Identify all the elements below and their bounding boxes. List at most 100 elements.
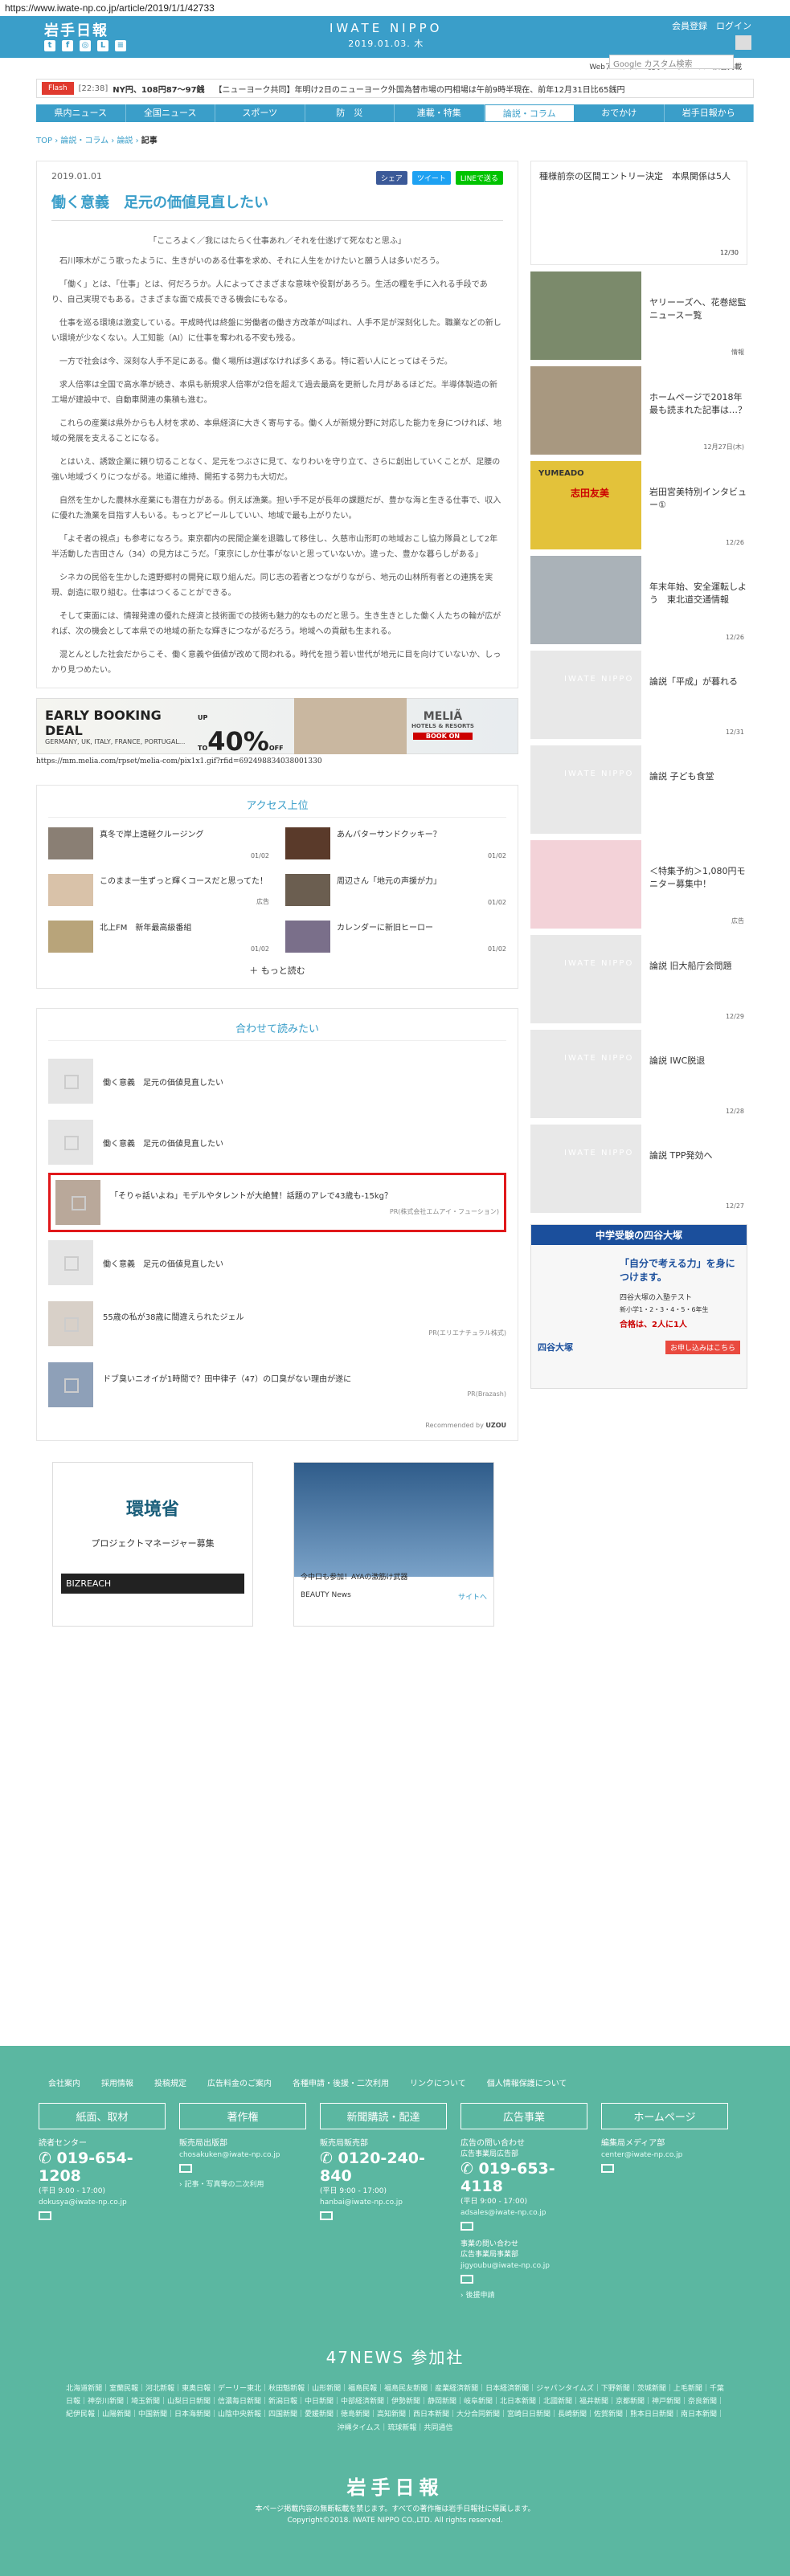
facebook-share-button[interactable]: シェア: [375, 171, 407, 185]
sidebar-item[interactable]: ヤリーーズへ、花巻総監ニュースー覧 情報: [530, 271, 747, 360]
contact-email[interactable]: center@iwate-np.co.jp: [601, 2151, 728, 2159]
site-logo[interactable]: 岩手日報: [44, 19, 108, 40]
ranking-item[interactable]: このまま一生ずっと輝くコースだと思ってた！ 広告: [48, 874, 269, 906]
access-heading: アクセス上位: [48, 797, 506, 818]
nav-item[interactable]: おでかけ: [575, 104, 665, 122]
nav-item[interactable]: 県内ニュース: [36, 104, 126, 122]
search-input[interactable]: Google カスタム検索: [609, 55, 734, 69]
ranking-date: 01/02: [250, 945, 269, 953]
yotsuya-otsuka-ad[interactable]: 中学受験の四谷大塚 「自分で考える力」を身につけます。 四谷大塚の入塾テスト 新…: [530, 1224, 747, 1389]
related-item[interactable]: 働く意義 足元の価値見直したい: [48, 1232, 506, 1293]
nav-item[interactable]: 連載・特集: [395, 104, 485, 122]
breadcrumb-link[interactable]: TOP: [36, 137, 52, 145]
book-on-button[interactable]: BOOK ON: [413, 732, 473, 740]
ticker-item-detail[interactable]: 【ニューヨーク共同】年明け2日のニューヨーク外国為替市場の円相場は午前9時半現在…: [215, 83, 625, 95]
line-icon[interactable]: L: [97, 40, 108, 51]
search-button[interactable]: [735, 35, 751, 50]
sponsorship-link[interactable]: › 後援申請: [460, 2289, 587, 2300]
ticker-item[interactable]: NY円、108円87～97銭: [113, 83, 204, 95]
ranking-item[interactable]: あんバターサンドクッキー？ 01/02: [285, 827, 506, 859]
twitter-icon[interactable]: t: [44, 40, 55, 51]
mail-icon[interactable]: [179, 2164, 192, 2173]
sidebar-item[interactable]: IWATE NIPPO 論説「平成」が暮れる 12/31: [530, 651, 747, 739]
ad-pass: 合格は、2人に1人: [620, 1321, 687, 1329]
sidebar-item[interactable]: IWATE NIPPO 論説 IWC脱退 12/28: [530, 1030, 747, 1118]
facebook-icon[interactable]: f: [62, 40, 73, 51]
ranking-item[interactable]: 北上FM 新年最高級番組 01/02: [48, 921, 269, 953]
sidebar-item[interactable]: YUMEADO 志田友美 岩田宮美特別インタビュー① 12/26: [530, 461, 747, 549]
nav-item-active[interactable]: 論説・コラム: [484, 104, 575, 122]
bottom-ads: 環境省 プロジェクトマネージャー募集 BIZREACH 今中口も参加！AYAの激…: [36, 1462, 518, 1627]
contact-email[interactable]: hanbai@iwate-np.co.jp: [320, 2198, 447, 2207]
contact-phone[interactable]: ✆ 0120-240-840: [320, 2149, 447, 2185]
article-paragraph: 混とんとした社会だからこそ、働く意義や価値が改めて問われる。時代を担う若い世代が…: [51, 651, 501, 675]
mail-icon[interactable]: [601, 2164, 614, 2173]
sidebar-item[interactable]: IWATE NIPPO 論説 旧大船庁会問題 12/29: [530, 935, 747, 1023]
ad-title: 中学受験の四谷大塚: [531, 1225, 747, 1245]
47news-members[interactable]: 北海道新聞｜室蘭民報｜河北新報｜東奥日報｜デーリー東北｜秋田魁新報｜山形新聞｜福…: [66, 2382, 725, 2435]
nav-item[interactable]: 岩手日報から: [665, 104, 754, 122]
mail-icon[interactable]: [320, 2211, 333, 2220]
mail-icon[interactable]: [460, 2275, 473, 2284]
related-thumb: [48, 1120, 93, 1165]
breadcrumb-link[interactable]: 論説: [117, 137, 133, 145]
ad-label: 広告: [731, 917, 744, 925]
mail-icon[interactable]: [460, 2222, 473, 2231]
ranking-thumb: [285, 827, 330, 859]
footer-link[interactable]: 採用情報: [101, 2076, 133, 2088]
contact-email[interactable]: adsales@iwate-np.co.jp: [460, 2209, 587, 2217]
related-item[interactable]: 働く意義 足元の価値見直したい: [48, 1112, 506, 1173]
contact-phone[interactable]: ✆ 019-654-1208: [39, 2149, 166, 2185]
footer-logo[interactable]: 岩手日報: [0, 2472, 790, 2500]
sidebar-top-item[interactable]: 種様前奈の区間エントリー決定 本県関係は5人 12/30: [530, 161, 747, 265]
sidebar-item[interactable]: 年末年始、安全運転しよう 東北道交通情報 12/26: [530, 556, 747, 644]
footer-link[interactable]: 各種申請・後援・二次利用: [293, 2076, 389, 2088]
sidebar-item[interactable]: IWATE NIPPO 論説 TPP発効へ 12/27: [530, 1125, 747, 1213]
rss-icon[interactable]: ≡: [115, 40, 126, 51]
contact-email[interactable]: jigyoubu@iwate-np.co.jp: [460, 2262, 587, 2270]
melia-banner-ad[interactable]: EARLY BOOKING DEAL GERMANY, UK, ITALY, F…: [36, 698, 518, 757]
auth-links[interactable]: 会員登録 ログイン: [672, 19, 751, 32]
related-title: 働く意義 足元の価値見直したい: [103, 1139, 223, 1149]
footer-link[interactable]: リンクについて: [410, 2076, 466, 2088]
related-item-pr[interactable]: 55歳の私が38歳に間違えられたジェル PR(エリエナチュラル株式): [48, 1293, 506, 1354]
uzou-logo[interactable]: UZOU: [485, 1422, 506, 1429]
secondary-use-link[interactable]: › 記事・写真等の二次利用: [179, 2178, 306, 2189]
line-share-button[interactable]: LINEで送る: [455, 171, 503, 185]
address-bar[interactable]: https://www.iwate-np.co.jp/article/2019/…: [0, 0, 790, 16]
ranking-title: 真冬で岸上遠軽クルージング: [100, 831, 204, 839]
footer-link[interactable]: 個人情報保護について: [487, 2076, 567, 2088]
tweet-button[interactable]: ツイート: [411, 171, 451, 185]
ad-site-link[interactable]: サイトへ: [458, 1591, 487, 1602]
env-ministry-ad[interactable]: 環境省 プロジェクトマネージャー募集 BIZREACH: [52, 1462, 253, 1627]
sidebar-item[interactable]: ホームページで2018年最も読まれた記事は…？ 12月27日(木): [530, 366, 747, 455]
sidebar-date: 12/28: [725, 1108, 744, 1115]
footer-link[interactable]: 会社案内: [48, 2076, 80, 2088]
more-button[interactable]: ＋ もっと読む: [48, 964, 506, 977]
contact-email[interactable]: dokusya@iwate-np.co.jp: [39, 2198, 166, 2207]
contact-heading: 紙面、取材: [39, 2103, 166, 2129]
mail-icon[interactable]: [39, 2211, 51, 2220]
related-item[interactable]: 働く意義 足元の価値見直したい: [48, 1051, 506, 1112]
thumb-sublabel: 志田友美: [571, 488, 610, 499]
nav-item[interactable]: スポーツ: [215, 104, 305, 122]
breadcrumb-link[interactable]: 論説・コラム: [60, 137, 108, 145]
nav-item[interactable]: 防 災: [305, 104, 395, 122]
instagram-icon[interactable]: ◎: [80, 40, 91, 51]
related-item-pr[interactable]: 「そりゃ話いよね」モデルやタレントが大絶賛！話題のアレで43歳も-15kg？ PR…: [48, 1173, 506, 1232]
ranking-item[interactable]: 周辺さん「地元の声援が力」 01/02: [285, 874, 506, 906]
footer-link[interactable]: 投稿規定: [154, 2076, 186, 2088]
contact-email[interactable]: chosakuken@iwate-np.co.jp: [179, 2151, 306, 2159]
apply-button[interactable]: お申し込みはこちら: [665, 1341, 740, 1354]
contact-phone[interactable]: ✆ 019-653-4118: [460, 2160, 587, 2195]
article-paragraph: シネカの民俗を生かした遠野郷村の開発に取り組んだ。同じ志の若者とつながりながら、…: [51, 574, 493, 598]
ranking-item[interactable]: カレンダーに新旧ヒーロー 01/02: [285, 921, 506, 953]
beauty-news-ad[interactable]: 今中口も参加！AYAの激筋け武器 BEAUTY News サイトへ: [293, 1462, 494, 1627]
sidebar-item[interactable]: IWATE NIPPO 論説 子ども食堂: [530, 745, 747, 834]
nav-item[interactable]: 全国ニュース: [126, 104, 215, 122]
related-item-pr[interactable]: ドブ臭いニオイが1時間で？田中律子（47）の口臭がない理由が遂に PR(Braza…: [48, 1354, 506, 1415]
ranking-item[interactable]: 真冬で岸上遠軽クルージング 01/02: [48, 827, 269, 859]
sidebar-item-ad[interactable]: ＜特集予約＞1,080円モニター募集中！ 広告: [530, 840, 747, 929]
footer-link[interactable]: 広告料金のご案内: [207, 2076, 272, 2088]
phone-number: 019-654-1208: [39, 2149, 133, 2185]
